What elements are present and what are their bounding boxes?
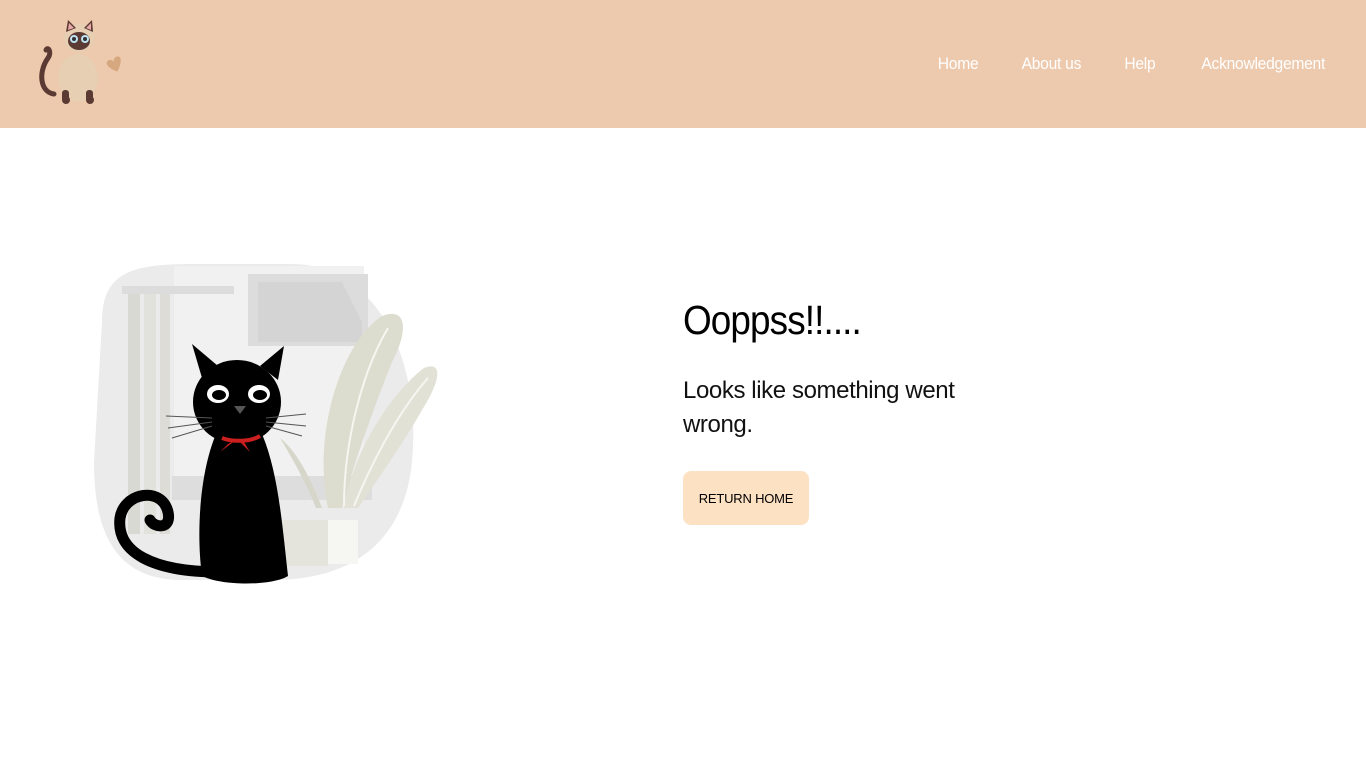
return-home-button[interactable]: RETURN HOME xyxy=(683,471,809,525)
site-header: Home About us Help Acknowledgement xyxy=(0,0,1366,128)
black-cat-with-plant-illustration xyxy=(92,262,442,592)
nav-about-us-link[interactable]: About us xyxy=(1022,54,1082,74)
main-nav: Home About us Help Acknowledgement xyxy=(897,0,1330,128)
error-title: Ooppss!!.... xyxy=(683,297,862,343)
siamese-cat-logo-icon[interactable] xyxy=(34,14,134,110)
error-message-panel: Ooppss!!.... Looks like something went w… xyxy=(683,292,1023,525)
nav-help-link[interactable]: Help xyxy=(1124,54,1155,74)
error-description: Looks like something went wrong. xyxy=(683,377,955,438)
nav-home-link[interactable]: Home xyxy=(938,54,979,74)
nav-acknowledgement-link[interactable]: Acknowledgement xyxy=(1201,54,1325,74)
